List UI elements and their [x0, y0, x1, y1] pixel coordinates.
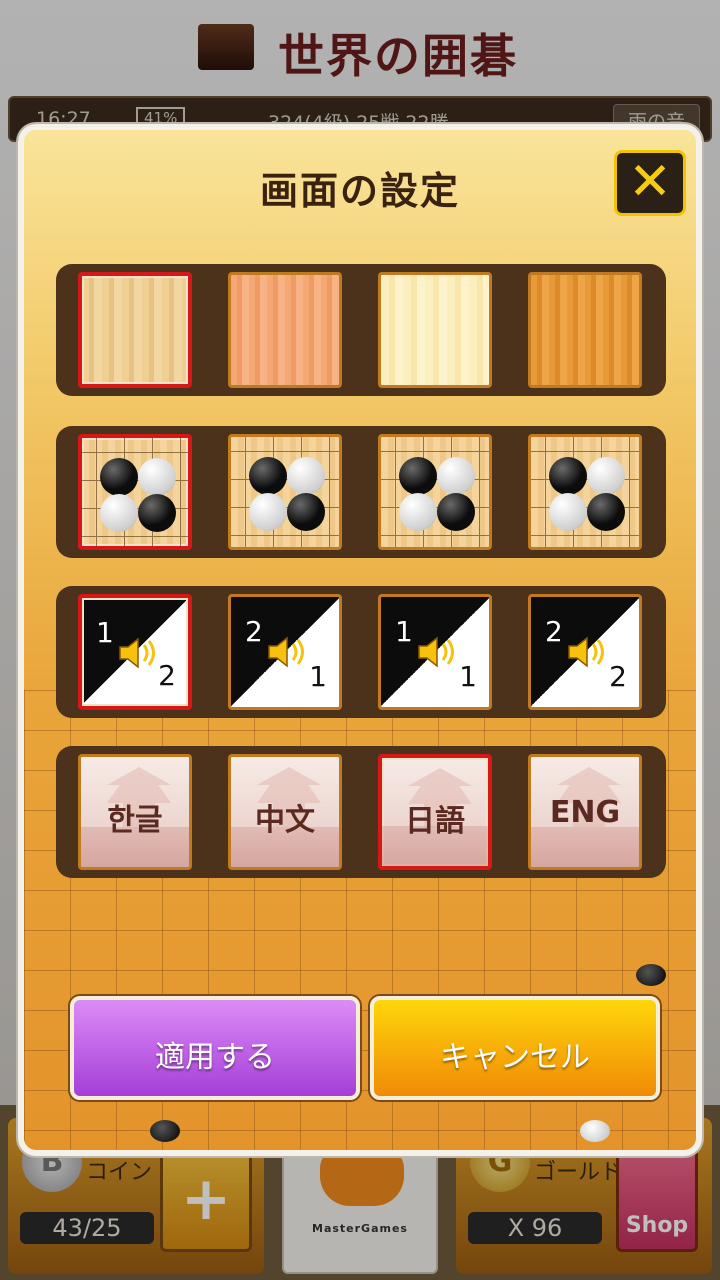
apply-button-label: 適用する	[155, 1040, 275, 1075]
sound-option-top-number: 1	[96, 616, 114, 649]
black-stone-icon	[150, 1120, 180, 1142]
stone-option-3[interactable]	[378, 434, 492, 550]
dialog-title: 画面の設定	[259, 169, 460, 213]
white-stone-icon	[587, 457, 625, 495]
black-stone-icon	[138, 494, 176, 532]
white-stone-icon	[580, 1120, 610, 1142]
board-option-2[interactable]	[228, 272, 342, 388]
language-option-english[interactable]: ENG	[528, 754, 642, 870]
stone-option-4[interactable]	[528, 434, 642, 550]
sound-option-bottom-number: 2	[609, 660, 627, 693]
sound-option-top-number: 1	[395, 615, 413, 648]
speaker-icon	[568, 636, 604, 668]
black-stone-icon	[587, 493, 625, 531]
sound-option-top-number: 2	[245, 615, 263, 648]
black-stone-icon	[437, 493, 475, 531]
language-option-japanese[interactable]: 日語	[378, 754, 492, 870]
language-label: ENG	[549, 795, 621, 830]
language-row: 한글 中文 日語 ENG	[56, 746, 666, 878]
language-option-chinese[interactable]: 中文	[228, 754, 342, 870]
cancel-button[interactable]: キャンセル	[370, 996, 660, 1100]
black-stone-icon	[287, 493, 325, 531]
white-stone-icon	[249, 493, 287, 531]
board-style-row	[56, 264, 666, 396]
black-stone-icon	[249, 457, 287, 495]
white-stone-icon	[549, 493, 587, 531]
language-label: 한글	[107, 803, 163, 838]
language-label: 日語	[405, 804, 465, 839]
black-stone-icon	[399, 457, 437, 495]
stone-option-2[interactable]	[228, 434, 342, 550]
board-option-1[interactable]	[78, 272, 192, 388]
speaker-icon	[119, 637, 155, 669]
language-option-korean[interactable]: 한글	[78, 754, 192, 870]
white-stone-icon	[287, 457, 325, 495]
white-stone-icon	[100, 494, 138, 532]
sound-option-3[interactable]: 1 1	[378, 594, 492, 710]
black-stone-icon	[100, 458, 138, 496]
white-stone-icon	[138, 458, 176, 496]
white-stone-icon	[399, 493, 437, 531]
sound-style-row: 1 2 2 1 1 1 2 2	[56, 586, 666, 718]
sound-option-4[interactable]: 2 2	[528, 594, 642, 710]
sound-option-2[interactable]: 2 1	[228, 594, 342, 710]
stone-style-row	[56, 426, 666, 558]
sound-option-1[interactable]: 1 2	[78, 594, 192, 710]
close-icon: ✕	[628, 152, 672, 212]
black-stone-icon	[549, 457, 587, 495]
black-stone-icon	[636, 964, 666, 986]
sound-option-bottom-number: 1	[309, 660, 327, 693]
apply-button[interactable]: 適用する	[70, 996, 360, 1100]
close-button[interactable]: ✕	[614, 150, 686, 216]
board-option-3[interactable]	[378, 272, 492, 388]
speaker-icon	[418, 636, 454, 668]
stone-option-1[interactable]	[78, 434, 192, 550]
sound-option-top-number: 2	[545, 615, 563, 648]
sound-option-bottom-number: 2	[158, 659, 176, 692]
speaker-icon	[268, 636, 304, 668]
white-stone-icon	[437, 457, 475, 495]
language-label: 中文	[255, 803, 315, 838]
board-option-4[interactable]	[528, 272, 642, 388]
cancel-button-label: キャンセル	[440, 1040, 590, 1075]
display-settings-dialog: 画面の設定 ✕ 1 2 2 1 1 1 2 2 한글 中文 日語 ENG 適用す…	[18, 124, 702, 1156]
sound-option-bottom-number: 1	[459, 660, 477, 693]
